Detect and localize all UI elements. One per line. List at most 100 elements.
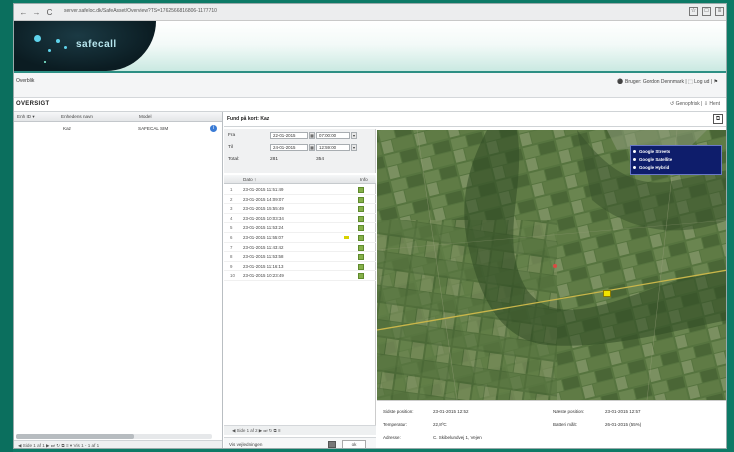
title-bar	[14, 98, 726, 112]
position-marker[interactable]	[603, 290, 611, 297]
ok-button[interactable]: ok	[342, 440, 366, 448]
menu-icon[interactable]: ≡	[715, 7, 724, 16]
map-pin-icon[interactable]	[358, 187, 364, 193]
row-date: 23-01-2015 11:43:42	[243, 244, 284, 250]
from-time-field[interactable]: 07:00:00	[316, 132, 350, 139]
row-date: 23-01-2015 10:23:49	[243, 273, 284, 279]
to-date-field[interactable]: 24-01-2015	[270, 144, 308, 151]
row-number: 5	[230, 225, 233, 231]
list-pager[interactable]: ◀ Side 1 af 2 ▶ ⏭ ↻ ⧉ ≡	[224, 425, 376, 435]
list-item[interactable]: 8 23-01-2015 11:53:58	[224, 252, 376, 262]
logo-dot	[44, 61, 46, 63]
guide-link[interactable]: Vis vejledningen	[229, 442, 262, 447]
to-label: Til	[228, 145, 233, 150]
list-item[interactable]: 1 23-01-2015 11:51:49	[224, 185, 376, 195]
tab-overview[interactable]: Overblik	[16, 78, 34, 84]
map-pin-icon[interactable]	[358, 196, 364, 203]
scrollbar-thumb[interactable]	[16, 434, 134, 439]
list-item[interactable]: 5 23-01-2015 11:53:24	[224, 223, 376, 233]
info-value: 22,8ºC	[433, 422, 447, 427]
total-value-2: 354	[316, 157, 325, 162]
row-date: 23-01-2015 15:55:49	[243, 206, 284, 212]
favorite-icon[interactable]: ☆	[689, 7, 698, 16]
map-pin-icon[interactable]	[358, 235, 364, 241]
map-pin-icon[interactable]	[358, 273, 364, 280]
calendar-icon[interactable]: ▦	[309, 132, 315, 139]
map-type-streets[interactable]: Google Streets	[632, 149, 670, 154]
info-value: 23-01-2015 12:57	[605, 409, 641, 414]
column-header-name[interactable]: Enhedens navn	[58, 112, 136, 122]
list-item[interactable]: 6 23-01-2015 11:55:07	[224, 233, 376, 243]
row-number: 10	[230, 273, 235, 279]
info-value: 23-01-2015 12:52	[433, 409, 469, 414]
map-pin-icon[interactable]	[358, 263, 364, 270]
row-date: 23-01-2015 11:53:58	[243, 254, 284, 260]
list-item[interactable]: 4 23-01-2015 10:03:34	[224, 214, 376, 224]
map-pin-icon[interactable]	[358, 254, 364, 261]
bottom-bar: Vis vejledningen ok	[224, 437, 376, 448]
address-bar[interactable]: server.safeloc.dk/SafeAsset/Overview?TS=…	[64, 8, 217, 14]
device-model: SAFECAL SIM	[138, 126, 169, 131]
row-date: 23-01-2015 11:53:24	[243, 225, 284, 231]
map-type-selector[interactable]: Google Streets Google Satellite Google H…	[630, 145, 722, 175]
map-type-hybrid[interactable]: Google Hybrid	[632, 165, 669, 170]
map-point[interactable]	[553, 264, 557, 268]
total-label: Total:	[228, 157, 240, 162]
row-date: 23-01-2015 14:09:07	[243, 196, 284, 202]
column-header-id[interactable]: Enh ID ▾	[14, 112, 58, 122]
row-number: 3	[230, 206, 233, 212]
from-date-field[interactable]: 22-01-2015	[270, 132, 308, 139]
list-item[interactable]: 7 23-01-2015 11:43:42	[224, 243, 376, 253]
row-number: 6	[230, 235, 233, 240]
list-item[interactable]: 9 23-01-2015 11:16:13	[224, 262, 376, 272]
device-name: Kaz	[63, 126, 71, 131]
column-header-info[interactable]: Info	[360, 175, 368, 184]
toggle-icon[interactable]	[328, 441, 336, 448]
page-title: OVERSIGT	[16, 101, 50, 107]
row-number: 7	[230, 244, 233, 250]
logo-dot	[56, 39, 60, 43]
row-date: 23-01-2015 11:51:49	[243, 187, 284, 192]
info-icon[interactable]: i	[210, 125, 217, 132]
info-key: Sidste position:	[383, 409, 414, 414]
map-pin-icon[interactable]	[358, 206, 364, 213]
back-icon[interactable]: ←	[19, 8, 28, 17]
column-header-model[interactable]: Model	[136, 112, 222, 122]
row-number: 4	[230, 215, 233, 221]
forward-icon[interactable]: →	[32, 8, 41, 17]
list-item[interactable]: 3 23-01-2015 15:55:49	[224, 204, 376, 214]
popout-icon[interactable]: ⧉	[713, 114, 723, 124]
info-key: Næste position:	[553, 409, 585, 414]
detail-panel: Fund på kort: Kaz ⧉ Fra 22-01-2015 ▦ 07:…	[224, 112, 726, 448]
list-item[interactable]: 10 23-01-2015 10:23:49	[224, 271, 376, 281]
list-item[interactable]: 2 23-01-2015 14:09:07	[224, 195, 376, 205]
window-icon[interactable]: □	[702, 7, 711, 16]
map-type-satellite[interactable]: Google Satellite	[632, 157, 672, 162]
reload-icon[interactable]: C	[45, 8, 54, 17]
map-pin-icon[interactable]	[358, 244, 364, 251]
horizontal-scrollbar[interactable]	[16, 434, 212, 439]
user-links[interactable]: ⚫ Bruger: Gordon Dennmark | ⬚ Log ud | ⚑	[617, 79, 718, 85]
row-number: 8	[230, 254, 233, 260]
calendar-icon[interactable]: ▦	[309, 144, 315, 151]
satellite-map[interactable]: Google Streets Google Satellite Google H…	[377, 130, 726, 400]
row-number: 9	[230, 263, 233, 269]
map-pin-icon[interactable]	[358, 225, 364, 232]
map-pin-icon[interactable]	[358, 215, 364, 222]
chevron-down-icon[interactable]: ▾	[351, 144, 357, 151]
row-date: 23-01-2015 11:55:07	[243, 235, 284, 240]
list-header: Dato ↑ Info	[224, 175, 376, 184]
table-row[interactable]: Kaz SAFECAL SIM i	[14, 125, 222, 135]
pager[interactable]: ◀ Side 1 af 1 ▶ ⏭ ↻ ⧉ ≡ ▾ Vis 1 - 1 af 1	[14, 440, 222, 448]
to-time-field[interactable]: 12:59:00	[316, 144, 350, 151]
logo-dot	[64, 46, 67, 49]
column-header-date[interactable]: Dato ↑	[243, 175, 256, 184]
logo-dot	[34, 35, 41, 42]
title-actions[interactable]: ↺ Genopfrisk | ⇩ Hent	[670, 101, 720, 107]
divider	[224, 126, 726, 127]
position-info: Sidste position: 23-01-2015 12:52 Temper…	[377, 400, 726, 448]
info-value: C. Skibelundvej 1, Vejen	[433, 435, 482, 440]
chevron-down-icon[interactable]: ▾	[351, 132, 357, 139]
browser-window: ← → C server.safeloc.dk/SafeAsset/Overvi…	[13, 3, 727, 449]
menu-strip	[14, 73, 726, 98]
